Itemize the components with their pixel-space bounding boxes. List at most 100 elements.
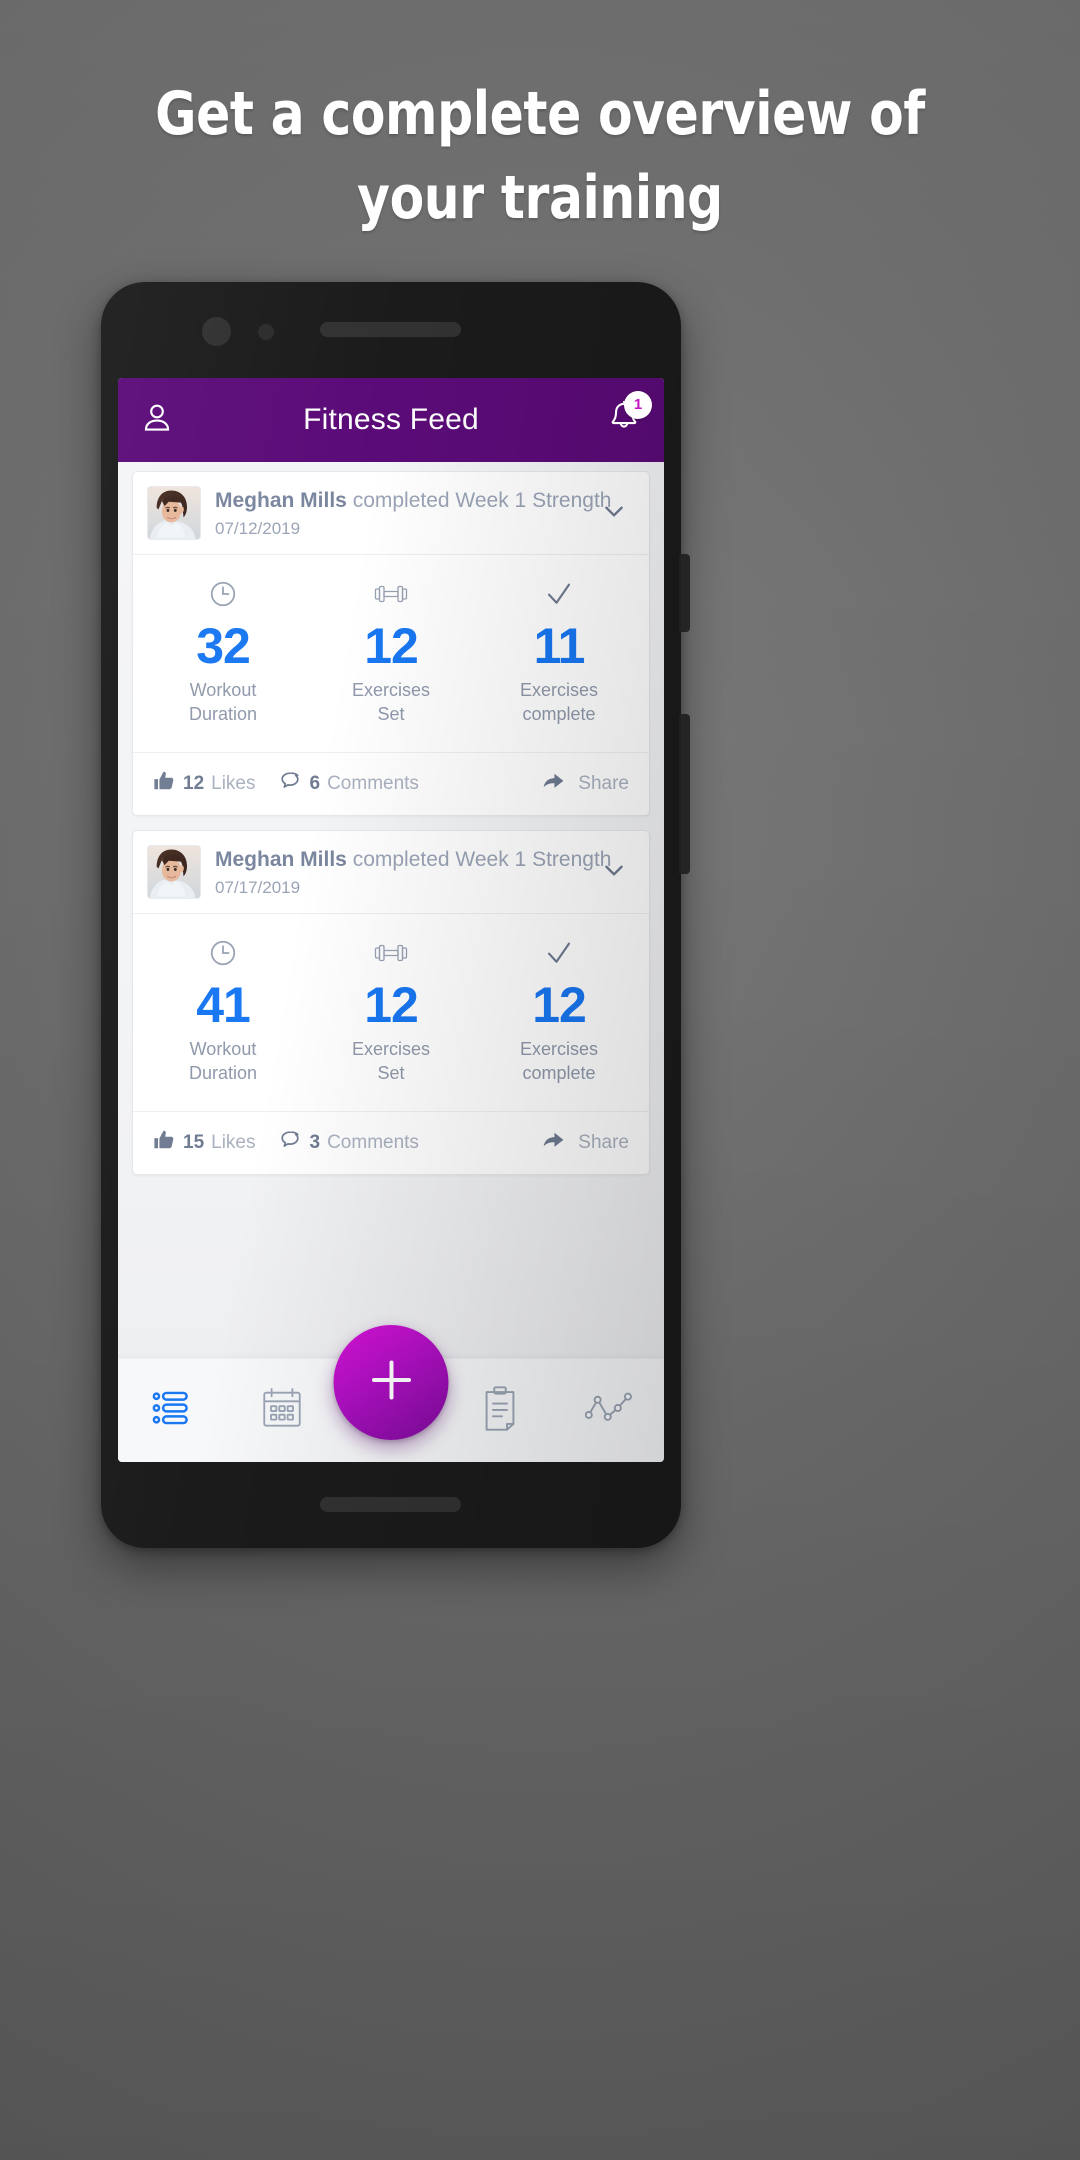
stat-value: 41 bbox=[196, 977, 251, 1033]
stat-label: Workout Duration bbox=[139, 1037, 307, 1085]
proximity-sensor-icon bbox=[258, 324, 274, 340]
post-header: Meghan Mills completed Week 1 Strength 0… bbox=[133, 472, 649, 555]
phone-mockup: Fitness Feed 1 Meghan Mills completed We… bbox=[101, 282, 690, 1548]
stat-label-line-1: Exercises bbox=[519, 1039, 599, 1059]
feed-post-card[interactable]: Meghan Mills completed Week 1 Strength 0… bbox=[132, 830, 650, 1175]
notifications-button[interactable]: 1 bbox=[606, 390, 652, 441]
clock-icon bbox=[139, 577, 307, 611]
stat-exercises-set: 12 Exercises Set bbox=[307, 936, 475, 1085]
post-action-text: completed Week 1 Strength bbox=[352, 488, 612, 512]
stat-label: Exercises complete bbox=[475, 1037, 643, 1085]
post-expand-button[interactable] bbox=[595, 851, 633, 894]
likes-count: 15 bbox=[183, 1131, 205, 1153]
add-workout-fab[interactable] bbox=[333, 1325, 449, 1440]
stat-label-line-2: Duration bbox=[188, 1063, 258, 1083]
dumbbell-icon bbox=[307, 577, 475, 611]
stat-value: 12 bbox=[532, 977, 587, 1033]
chevron-down-icon bbox=[601, 506, 627, 528]
volume-button[interactable] bbox=[679, 714, 690, 874]
app-header-bar: Fitness Feed 1 bbox=[118, 378, 664, 462]
stat-label-line-2: Set bbox=[377, 704, 405, 724]
stat-label: Exercises Set bbox=[307, 1037, 475, 1085]
avatar-photo bbox=[148, 846, 200, 898]
clock-icon bbox=[139, 936, 307, 970]
avatar bbox=[147, 486, 201, 540]
stat-value: 11 bbox=[533, 618, 586, 674]
avatar-photo bbox=[148, 487, 200, 539]
nav-item-progress[interactable] bbox=[555, 1359, 664, 1462]
post-header: Meghan Mills completed Week 1 Strength 0… bbox=[133, 831, 649, 914]
stat-workout-duration: 41 Workout Duration bbox=[139, 936, 307, 1085]
post-date: 07/17/2019 bbox=[215, 877, 301, 897]
share-label: Share bbox=[578, 772, 629, 794]
feed-post-card[interactable]: Meghan Mills completed Week 1 Strength 0… bbox=[132, 471, 650, 816]
likes-button[interactable]: 12 Likes bbox=[153, 770, 256, 798]
stat-label-line-1: Workout bbox=[189, 680, 257, 700]
share-arrow-icon bbox=[541, 1127, 566, 1158]
post-social-bar: 15 Likes 3 Comments Share bbox=[133, 1112, 649, 1174]
dumbbell-icon bbox=[307, 936, 475, 970]
clipboard-icon bbox=[481, 1385, 519, 1436]
notification-badge: 1 bbox=[624, 390, 652, 419]
post-date: 07/12/2019 bbox=[215, 518, 301, 538]
likes-button[interactable]: 15 Likes bbox=[153, 1129, 256, 1157]
post-expand-button[interactable] bbox=[595, 492, 633, 535]
comments-count: 3 bbox=[309, 1131, 321, 1153]
share-button[interactable]: Share bbox=[541, 768, 629, 799]
stat-workout-duration: 32 Workout Duration bbox=[139, 577, 307, 726]
chevron-down-icon bbox=[601, 865, 627, 887]
stat-value: 12 bbox=[364, 618, 419, 674]
post-title-line: Meghan Mills completed Week 1 Strength bbox=[215, 847, 611, 873]
chart-line-icon bbox=[585, 1391, 633, 1430]
post-user-name[interactable]: Meghan Mills bbox=[215, 848, 347, 871]
calendar-icon bbox=[261, 1386, 303, 1435]
post-user-name[interactable]: Meghan Mills bbox=[215, 489, 347, 512]
headline-line-1: Get a complete overview of bbox=[155, 79, 925, 149]
stat-label-line-2: Duration bbox=[188, 704, 258, 724]
earpiece-speaker bbox=[320, 322, 461, 337]
check-icon bbox=[475, 577, 643, 611]
profile-button[interactable] bbox=[140, 401, 174, 440]
share-label: Share bbox=[578, 1131, 629, 1153]
nav-item-workouts[interactable] bbox=[446, 1359, 555, 1462]
phone-screen: Fitness Feed 1 Meghan Mills completed We… bbox=[118, 378, 664, 1462]
avatar bbox=[147, 845, 201, 899]
comments-label: Comments bbox=[327, 772, 419, 794]
post-header-text: Meghan Mills completed Week 1 Strength 0… bbox=[215, 488, 611, 539]
bottom-navigation-bar bbox=[118, 1325, 664, 1462]
nav-item-calendar[interactable] bbox=[227, 1359, 336, 1462]
thumbs-up-icon bbox=[153, 1129, 175, 1157]
stat-label: Exercises Set bbox=[307, 678, 475, 726]
nav-item-feed[interactable] bbox=[118, 1359, 227, 1462]
list-icon bbox=[152, 1388, 194, 1433]
stat-label-line-1: Exercises bbox=[351, 680, 431, 700]
likes-count: 12 bbox=[183, 772, 205, 794]
power-button[interactable] bbox=[679, 554, 690, 632]
comments-count: 6 bbox=[309, 772, 321, 794]
post-header-text: Meghan Mills completed Week 1 Strength 0… bbox=[215, 847, 611, 898]
post-title-line: Meghan Mills completed Week 1 Strength bbox=[215, 488, 611, 514]
comment-icon bbox=[278, 769, 302, 799]
share-button[interactable]: Share bbox=[541, 1127, 629, 1158]
share-arrow-icon bbox=[541, 768, 566, 799]
comment-icon bbox=[278, 1128, 302, 1158]
stat-value: 12 bbox=[364, 977, 419, 1033]
stat-label-line-2: complete bbox=[522, 704, 596, 724]
headline-line-2: your training bbox=[357, 163, 723, 233]
thumbs-up-icon bbox=[153, 770, 175, 798]
post-stats-row: 32 Workout Duration 12 Exercises Set 11 … bbox=[133, 555, 649, 753]
stat-label-line-1: Exercises bbox=[351, 1039, 431, 1059]
feed-list[interactable]: Meghan Mills completed Week 1 Strength 0… bbox=[118, 462, 664, 1358]
comments-button[interactable]: 6 Comments bbox=[278, 769, 419, 799]
check-icon bbox=[475, 936, 643, 970]
stat-label-line-2: Set bbox=[377, 1063, 405, 1083]
stat-exercises-set: 12 Exercises Set bbox=[307, 577, 475, 726]
comments-label: Comments bbox=[327, 1131, 419, 1153]
stat-label-line-1: Exercises bbox=[519, 680, 599, 700]
comments-button[interactable]: 3 Comments bbox=[278, 1128, 419, 1158]
likes-label: Likes bbox=[211, 1131, 256, 1153]
stat-label: Workout Duration bbox=[139, 678, 307, 726]
front-camera-icon bbox=[202, 317, 231, 346]
bottom-speaker bbox=[320, 1497, 461, 1512]
post-stats-row: 41 Workout Duration 12 Exercises Set 12 … bbox=[133, 914, 649, 1112]
